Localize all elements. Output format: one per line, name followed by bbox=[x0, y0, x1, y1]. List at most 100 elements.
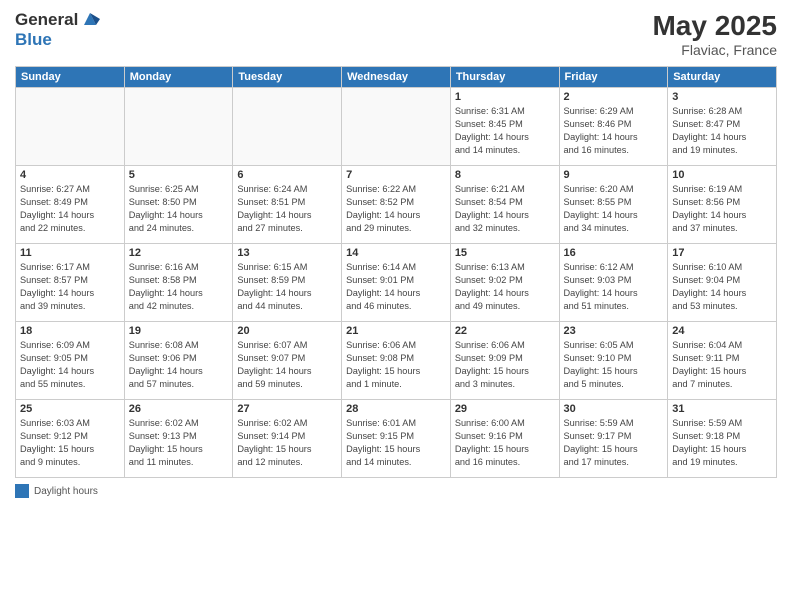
day-number: 26 bbox=[129, 403, 229, 415]
day-number: 14 bbox=[346, 247, 446, 259]
day-info: Sunrise: 6:01 AM Sunset: 9:15 PM Dayligh… bbox=[346, 417, 446, 469]
day-number: 21 bbox=[346, 325, 446, 337]
calendar-cell: 16 Sunrise: 6:12 AM Sunset: 9:03 PM Dayli… bbox=[559, 244, 668, 322]
header-monday: Monday bbox=[124, 67, 233, 88]
calendar-cell: 6Sunrise: 6:24 AM Sunset: 8:51 PM Daylig… bbox=[233, 166, 342, 244]
calendar-cell: 8 Sunrise: 6:21 AM Sunset: 8:54 PM Daylig… bbox=[450, 166, 559, 244]
calendar-cell: 27 Sunrise: 6:02 AM Sunset: 9:14 PM Dayli… bbox=[233, 400, 342, 478]
logo: General Blue bbox=[15, 10, 100, 50]
day-info: Sunrise: 6:08 AM Sunset: 9:06 PM Dayligh… bbox=[129, 339, 229, 391]
calendar-cell: 13Sunrise: 6:15 AM Sunset: 8:59 PM Dayli… bbox=[233, 244, 342, 322]
calendar-cell bbox=[124, 88, 233, 166]
day-number: 8 bbox=[455, 169, 555, 181]
calendar-cell: 2Sunrise: 6:29 AM Sunset: 8:46 PM Daylig… bbox=[559, 88, 668, 166]
legend: Daylight hours bbox=[15, 484, 777, 498]
calendar-cell bbox=[342, 88, 451, 166]
month-year: May 2025 bbox=[652, 10, 777, 42]
day-number: 30 bbox=[564, 403, 664, 415]
calendar-cell: 22Sunrise: 6:06 AM Sunset: 9:09 PM Dayli… bbox=[450, 322, 559, 400]
calendar-cell: 7Sunrise: 6:22 AM Sunset: 8:52 PM Daylig… bbox=[342, 166, 451, 244]
day-info: Sunrise: 6:05 AM Sunset: 9:10 PM Dayligh… bbox=[564, 339, 664, 391]
day-info: Sunrise: 6:12 AM Sunset: 9:03 PM Dayligh… bbox=[564, 261, 664, 313]
day-info: Sunrise: 5:59 AM Sunset: 9:17 PM Dayligh… bbox=[564, 417, 664, 469]
day-info: Sunrise: 6:28 AM Sunset: 8:47 PM Dayligh… bbox=[672, 105, 772, 157]
day-info: Sunrise: 6:14 AM Sunset: 9:01 PM Dayligh… bbox=[346, 261, 446, 313]
day-info: Sunrise: 6:31 AM Sunset: 8:45 PM Dayligh… bbox=[455, 105, 555, 157]
calendar-cell: 24 Sunrise: 6:04 AM Sunset: 9:11 PM Dayli… bbox=[668, 322, 777, 400]
calendar-cell: 12Sunrise: 6:16 AM Sunset: 8:58 PM Dayli… bbox=[124, 244, 233, 322]
day-number: 23 bbox=[564, 325, 664, 337]
day-number: 19 bbox=[129, 325, 229, 337]
day-number: 24 bbox=[672, 325, 772, 337]
calendar-cell: 30 Sunrise: 5:59 AM Sunset: 9:17 PM Dayli… bbox=[559, 400, 668, 478]
logo-icon bbox=[80, 9, 100, 29]
logo-general: General bbox=[15, 10, 78, 30]
day-number: 29 bbox=[455, 403, 555, 415]
day-info: Sunrise: 6:13 AM Sunset: 9:02 PM Dayligh… bbox=[455, 261, 555, 313]
week-row-2: 4Sunrise: 6:27 AM Sunset: 8:49 PM Daylig… bbox=[16, 166, 777, 244]
location: Flaviac, France bbox=[652, 42, 777, 58]
header: General Blue May 2025 Flaviac, France bbox=[15, 10, 777, 58]
calendar-cell: 31 Sunrise: 5:59 AM Sunset: 9:18 PM Dayli… bbox=[668, 400, 777, 478]
header-tuesday: Tuesday bbox=[233, 67, 342, 88]
day-info: Sunrise: 6:09 AM Sunset: 9:05 PM Dayligh… bbox=[20, 339, 120, 391]
logo-blue: Blue bbox=[15, 30, 100, 50]
header-wednesday: Wednesday bbox=[342, 67, 451, 88]
day-number: 11 bbox=[20, 247, 120, 259]
day-info: Sunrise: 6:22 AM Sunset: 8:52 PM Dayligh… bbox=[346, 183, 446, 235]
calendar-cell: 1 Sunrise: 6:31 AM Sunset: 8:45 PM Daylig… bbox=[450, 88, 559, 166]
week-row-5: 25Sunrise: 6:03 AM Sunset: 9:12 PM Dayli… bbox=[16, 400, 777, 478]
day-info: Sunrise: 6:04 AM Sunset: 9:11 PM Dayligh… bbox=[672, 339, 772, 391]
day-info: Sunrise: 6:02 AM Sunset: 9:13 PM Dayligh… bbox=[129, 417, 229, 469]
day-info: Sunrise: 6:20 AM Sunset: 8:55 PM Dayligh… bbox=[564, 183, 664, 235]
calendar-cell: 21Sunrise: 6:06 AM Sunset: 9:08 PM Dayli… bbox=[342, 322, 451, 400]
day-number: 15 bbox=[455, 247, 555, 259]
day-info: Sunrise: 6:00 AM Sunset: 9:16 PM Dayligh… bbox=[455, 417, 555, 469]
day-number: 3 bbox=[672, 91, 772, 103]
day-info: Sunrise: 6:21 AM Sunset: 8:54 PM Dayligh… bbox=[455, 183, 555, 235]
calendar-cell: 25Sunrise: 6:03 AM Sunset: 9:12 PM Dayli… bbox=[16, 400, 125, 478]
day-info: Sunrise: 6:15 AM Sunset: 8:59 PM Dayligh… bbox=[237, 261, 337, 313]
day-info: Sunrise: 5:59 AM Sunset: 9:18 PM Dayligh… bbox=[672, 417, 772, 469]
calendar-cell: 3 Sunrise: 6:28 AM Sunset: 8:47 PM Daylig… bbox=[668, 88, 777, 166]
day-info: Sunrise: 6:25 AM Sunset: 8:50 PM Dayligh… bbox=[129, 183, 229, 235]
day-info: Sunrise: 6:17 AM Sunset: 8:57 PM Dayligh… bbox=[20, 261, 120, 313]
day-info: Sunrise: 6:07 AM Sunset: 9:07 PM Dayligh… bbox=[237, 339, 337, 391]
day-number: 28 bbox=[346, 403, 446, 415]
calendar-cell: 17Sunrise: 6:10 AM Sunset: 9:04 PM Dayli… bbox=[668, 244, 777, 322]
calendar-cell: 9 Sunrise: 6:20 AM Sunset: 8:55 PM Daylig… bbox=[559, 166, 668, 244]
day-number: 17 bbox=[672, 247, 772, 259]
calendar-cell bbox=[233, 88, 342, 166]
day-number: 27 bbox=[237, 403, 337, 415]
day-number: 16 bbox=[564, 247, 664, 259]
day-number: 20 bbox=[237, 325, 337, 337]
day-info: Sunrise: 6:16 AM Sunset: 8:58 PM Dayligh… bbox=[129, 261, 229, 313]
day-info: Sunrise: 6:03 AM Sunset: 9:12 PM Dayligh… bbox=[20, 417, 120, 469]
header-friday: Friday bbox=[559, 67, 668, 88]
day-number: 2 bbox=[564, 91, 664, 103]
calendar-cell: 11 Sunrise: 6:17 AM Sunset: 8:57 PM Dayli… bbox=[16, 244, 125, 322]
day-info: Sunrise: 6:06 AM Sunset: 9:09 PM Dayligh… bbox=[455, 339, 555, 391]
page: General Blue May 2025 Flaviac, France Su… bbox=[0, 0, 792, 612]
day-number: 9 bbox=[564, 169, 664, 181]
header-thursday: Thursday bbox=[450, 67, 559, 88]
calendar-cell: 20 Sunrise: 6:07 AM Sunset: 9:07 PM Dayli… bbox=[233, 322, 342, 400]
calendar-cell: 18 Sunrise: 6:09 AM Sunset: 9:05 PM Dayli… bbox=[16, 322, 125, 400]
day-number: 1 bbox=[455, 91, 555, 103]
week-row-1: 1 Sunrise: 6:31 AM Sunset: 8:45 PM Daylig… bbox=[16, 88, 777, 166]
calendar-cell: 28 Sunrise: 6:01 AM Sunset: 9:15 PM Dayli… bbox=[342, 400, 451, 478]
calendar-cell: 19 Sunrise: 6:08 AM Sunset: 9:06 PM Dayli… bbox=[124, 322, 233, 400]
day-number: 10 bbox=[672, 169, 772, 181]
day-number: 18 bbox=[20, 325, 120, 337]
calendar-cell: 23 Sunrise: 6:05 AM Sunset: 9:10 PM Dayli… bbox=[559, 322, 668, 400]
day-number: 4 bbox=[20, 169, 120, 181]
calendar-cell: 14 Sunrise: 6:14 AM Sunset: 9:01 PM Dayli… bbox=[342, 244, 451, 322]
day-info: Sunrise: 6:02 AM Sunset: 9:14 PM Dayligh… bbox=[237, 417, 337, 469]
calendar-cell: 29 Sunrise: 6:00 AM Sunset: 9:16 PM Dayli… bbox=[450, 400, 559, 478]
calendar-cell bbox=[16, 88, 125, 166]
calendar-cell: 5Sunrise: 6:25 AM Sunset: 8:50 PM Daylig… bbox=[124, 166, 233, 244]
calendar-cell: 4Sunrise: 6:27 AM Sunset: 8:49 PM Daylig… bbox=[16, 166, 125, 244]
day-info: Sunrise: 6:24 AM Sunset: 8:51 PM Dayligh… bbox=[237, 183, 337, 235]
day-number: 31 bbox=[672, 403, 772, 415]
title-block: May 2025 Flaviac, France bbox=[652, 10, 777, 58]
